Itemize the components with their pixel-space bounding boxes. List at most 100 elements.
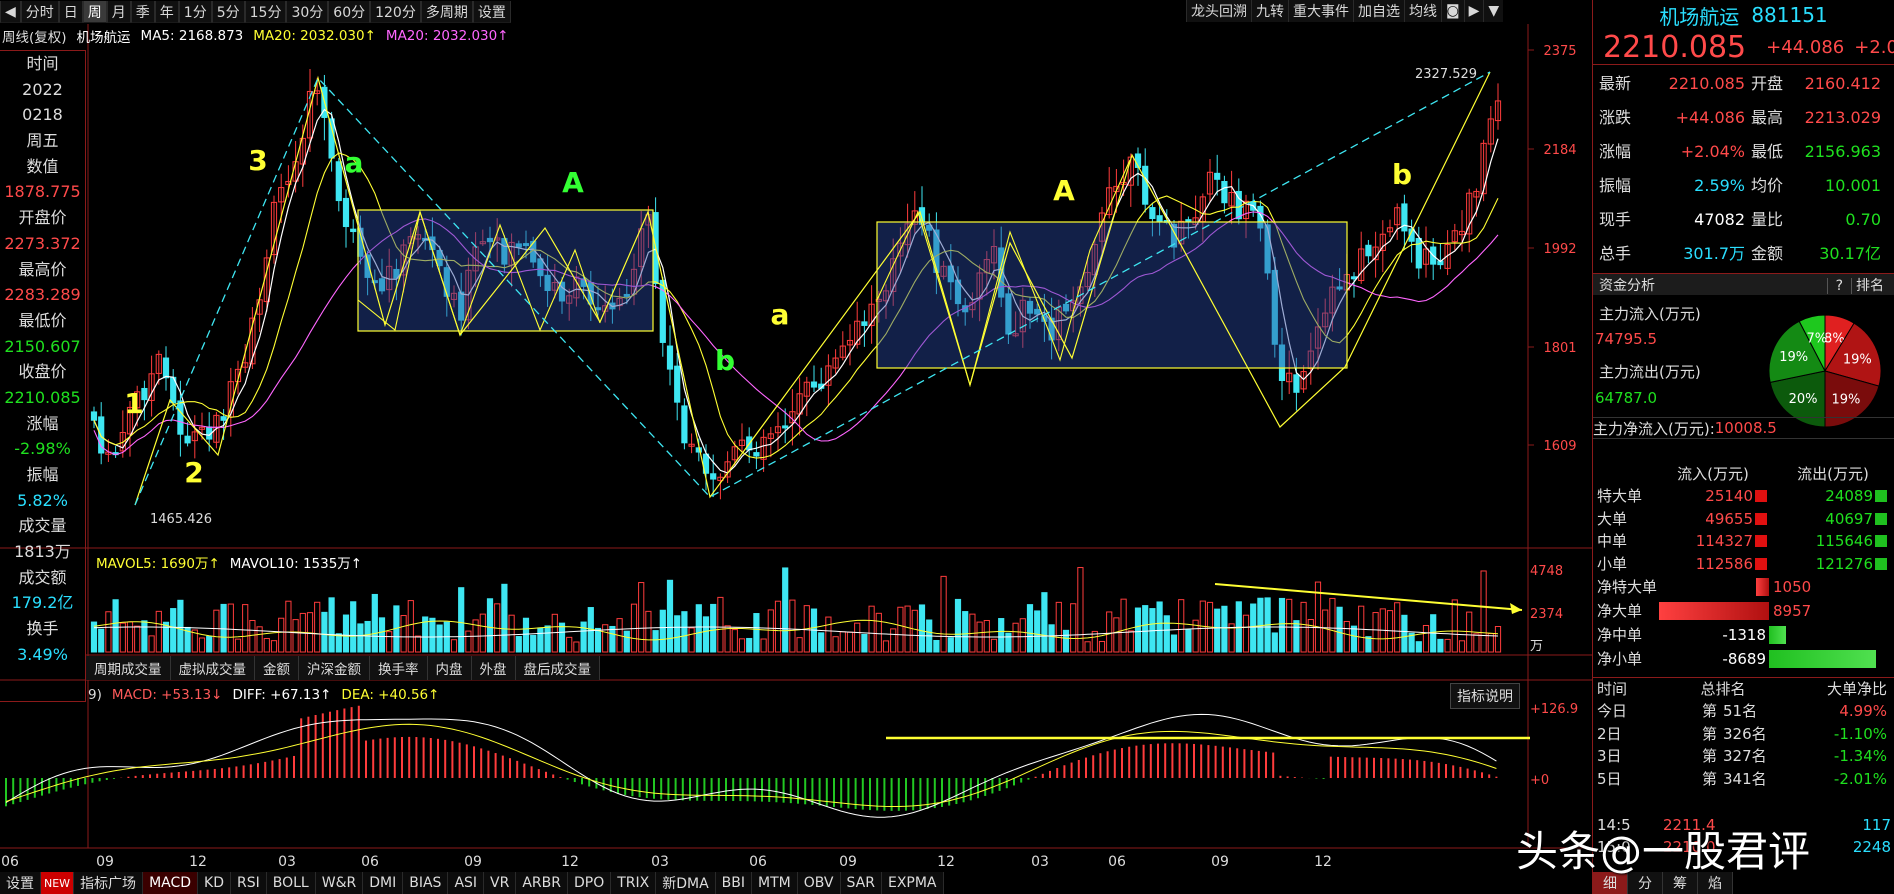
- indicator-tab-5[interactable]: RSI: [231, 872, 267, 894]
- info-row-13: 2210.085: [4, 387, 81, 407]
- vol-subtab-0[interactable]: 周期成交量: [86, 656, 171, 680]
- price-row: 2210.085 +44.086 +2.04%: [1593, 30, 1894, 65]
- low-annotation: 1465.426: [150, 512, 212, 527]
- period-tab-6[interactable]: 1分: [178, 1, 212, 23]
- vol-subtab-6[interactable]: 外盘: [471, 656, 516, 680]
- indicator-bar: 设置 NEW 指标广场 MACD KD RSI BOLL W&R DMI BIAS ASI VR ARB…: [0, 872, 944, 894]
- vol-subtab-3[interactable]: 沪深金额: [299, 656, 370, 680]
- volume-bar: [940, 575, 947, 653]
- indicator-tab-4[interactable]: KD: [198, 872, 231, 894]
- indicator-tab-10[interactable]: ASI: [448, 872, 485, 894]
- help-icon[interactable]: ?: [1826, 277, 1851, 294]
- dropdown-icon[interactable]: ▼: [1483, 0, 1504, 22]
- ma20-label: MA20: 2032.030↑: [253, 28, 376, 44]
- quote-val: +44.086: [1675, 108, 1745, 127]
- volume-bar: [846, 631, 854, 653]
- flow-label: 中单: [1597, 532, 1628, 551]
- quote-val: 2.59%: [1694, 176, 1745, 195]
- indicator-tab-3[interactable]: MACD: [143, 872, 199, 894]
- volume-bar: [1365, 636, 1372, 653]
- quote-key: 振幅: [1599, 176, 1632, 195]
- indicator-tab-1[interactable]: NEW: [41, 872, 75, 894]
- period-tab-8[interactable]: 15分: [244, 1, 287, 23]
- info-row-8: 最高价: [18, 259, 67, 279]
- period-tab-2[interactable]: 周: [82, 1, 107, 23]
- net-value: 8957: [1773, 602, 1812, 621]
- volume-bar: [875, 612, 882, 653]
- indicator-tab-8[interactable]: DMI: [363, 872, 404, 894]
- volume-bar: [364, 620, 371, 653]
- volume-bar: [753, 613, 760, 653]
- indicator-tab-12[interactable]: ARBR: [516, 872, 568, 894]
- ma20b-label: MA20: 2032.030↑: [385, 28, 509, 44]
- indicator-tab-0[interactable]: 设置: [0, 872, 41, 894]
- volume-bar: [1444, 638, 1451, 653]
- vol-subtab-2[interactable]: 金额: [255, 656, 299, 680]
- volume-bar: [1106, 611, 1113, 653]
- back-icon[interactable]: ◀: [0, 1, 21, 23]
- indicator-tab-13[interactable]: DPO: [567, 872, 612, 894]
- top-tool-2[interactable]: 重大事件: [1288, 0, 1353, 22]
- volume-bar: [400, 615, 407, 653]
- volume-bar: [839, 631, 846, 653]
- period-tab-1[interactable]: 日: [58, 1, 83, 23]
- net-row: 净中单 -1318: [1593, 623, 1894, 647]
- volume-bar: [515, 636, 522, 653]
- x-axis-label: 06: [1, 854, 19, 870]
- indicator-tab-16[interactable]: BBI: [715, 872, 753, 894]
- volume-bar: [724, 625, 731, 653]
- forward-icon[interactable]: ▶: [1463, 0, 1484, 22]
- quote-key: 涨幅: [1599, 142, 1632, 161]
- indicator-tab-9[interactable]: BIAS: [403, 872, 449, 894]
- rank-prefix: 第: [1701, 747, 1717, 766]
- volume-bar: [378, 617, 386, 653]
- vol-subtab-1[interactable]: 虚拟成交量: [170, 656, 255, 680]
- vol-subtab-5[interactable]: 内盘: [427, 656, 472, 680]
- kline-chart[interactable]: 2375 2184 1992 1801 1609 4748 2374 万 +126.9 +0 06 0…: [0, 0, 1592, 872]
- indicator-tab-6[interactable]: BOLL: [266, 872, 316, 894]
- period-tab-10[interactable]: 60分: [328, 1, 371, 23]
- indicator-tab-14[interactable]: TRIX: [611, 872, 657, 894]
- top-tool-0[interactable]: 龙头回溯: [1186, 0, 1251, 22]
- quote-key: 最高: [1751, 108, 1784, 127]
- candle-body: [1149, 207, 1156, 220]
- period-tab-0[interactable]: 分时: [20, 1, 59, 23]
- period-tab-3[interactable]: 月: [106, 1, 131, 23]
- camera-icon[interactable]: ◙: [1441, 0, 1464, 22]
- indicator-tab-20[interactable]: EXPMA: [881, 872, 944, 894]
- fund-pie-chart: 8%19%19%20%19%7%: [1768, 314, 1882, 428]
- rank-button[interactable]: 排名: [1851, 277, 1888, 294]
- volume-bar: [1019, 618, 1026, 653]
- indicator-tab-11[interactable]: VR: [484, 872, 517, 894]
- candle-body: [710, 473, 717, 480]
- indicator-tab-18[interactable]: OBV: [797, 872, 841, 894]
- indicator-tab-19[interactable]: SAR: [840, 872, 882, 894]
- indicator-tab-17[interactable]: MTM: [752, 872, 798, 894]
- rank-value: 341名: [1723, 769, 1767, 788]
- pie-label: 19%: [1779, 350, 1808, 365]
- period-tab-5[interactable]: 年: [154, 1, 179, 23]
- period-tab-11[interactable]: 120分: [370, 1, 421, 23]
- period-tab-12[interactable]: 多周期: [420, 1, 473, 23]
- top-tool-3[interactable]: 加自选: [1353, 0, 1404, 22]
- indicator-tab-7[interactable]: W&R: [315, 872, 364, 894]
- period-tab-9[interactable]: 30分: [286, 1, 329, 23]
- volume-bar: [990, 638, 998, 653]
- in-marker-icon: [1755, 535, 1767, 548]
- period-tab-13[interactable]: 设置: [472, 1, 511, 23]
- quote-key: 最新: [1599, 74, 1632, 93]
- top-tool-4[interactable]: 均线: [1404, 0, 1441, 22]
- top-tool-1[interactable]: 九转: [1251, 0, 1288, 22]
- period-tab-7[interactable]: 5分: [211, 1, 245, 23]
- indicator-tab-2[interactable]: 指标广场: [74, 872, 144, 894]
- vol-subtab-7[interactable]: 盘后成交量: [515, 656, 600, 680]
- volume-bar: [1055, 601, 1062, 653]
- period-tab-4[interactable]: 季: [130, 1, 155, 23]
- indicator-explain-button[interactable]: 指标说明: [1450, 683, 1520, 709]
- mavol10-label: MAVOL10: 1535万↑: [229, 556, 363, 572]
- volume-bar: [1286, 598, 1293, 653]
- candle-body: [1156, 215, 1163, 223]
- volume-bar: [818, 632, 825, 653]
- vol-subtab-4[interactable]: 换手率: [370, 656, 428, 680]
- indicator-tab-15[interactable]: 新DMA: [656, 872, 716, 894]
